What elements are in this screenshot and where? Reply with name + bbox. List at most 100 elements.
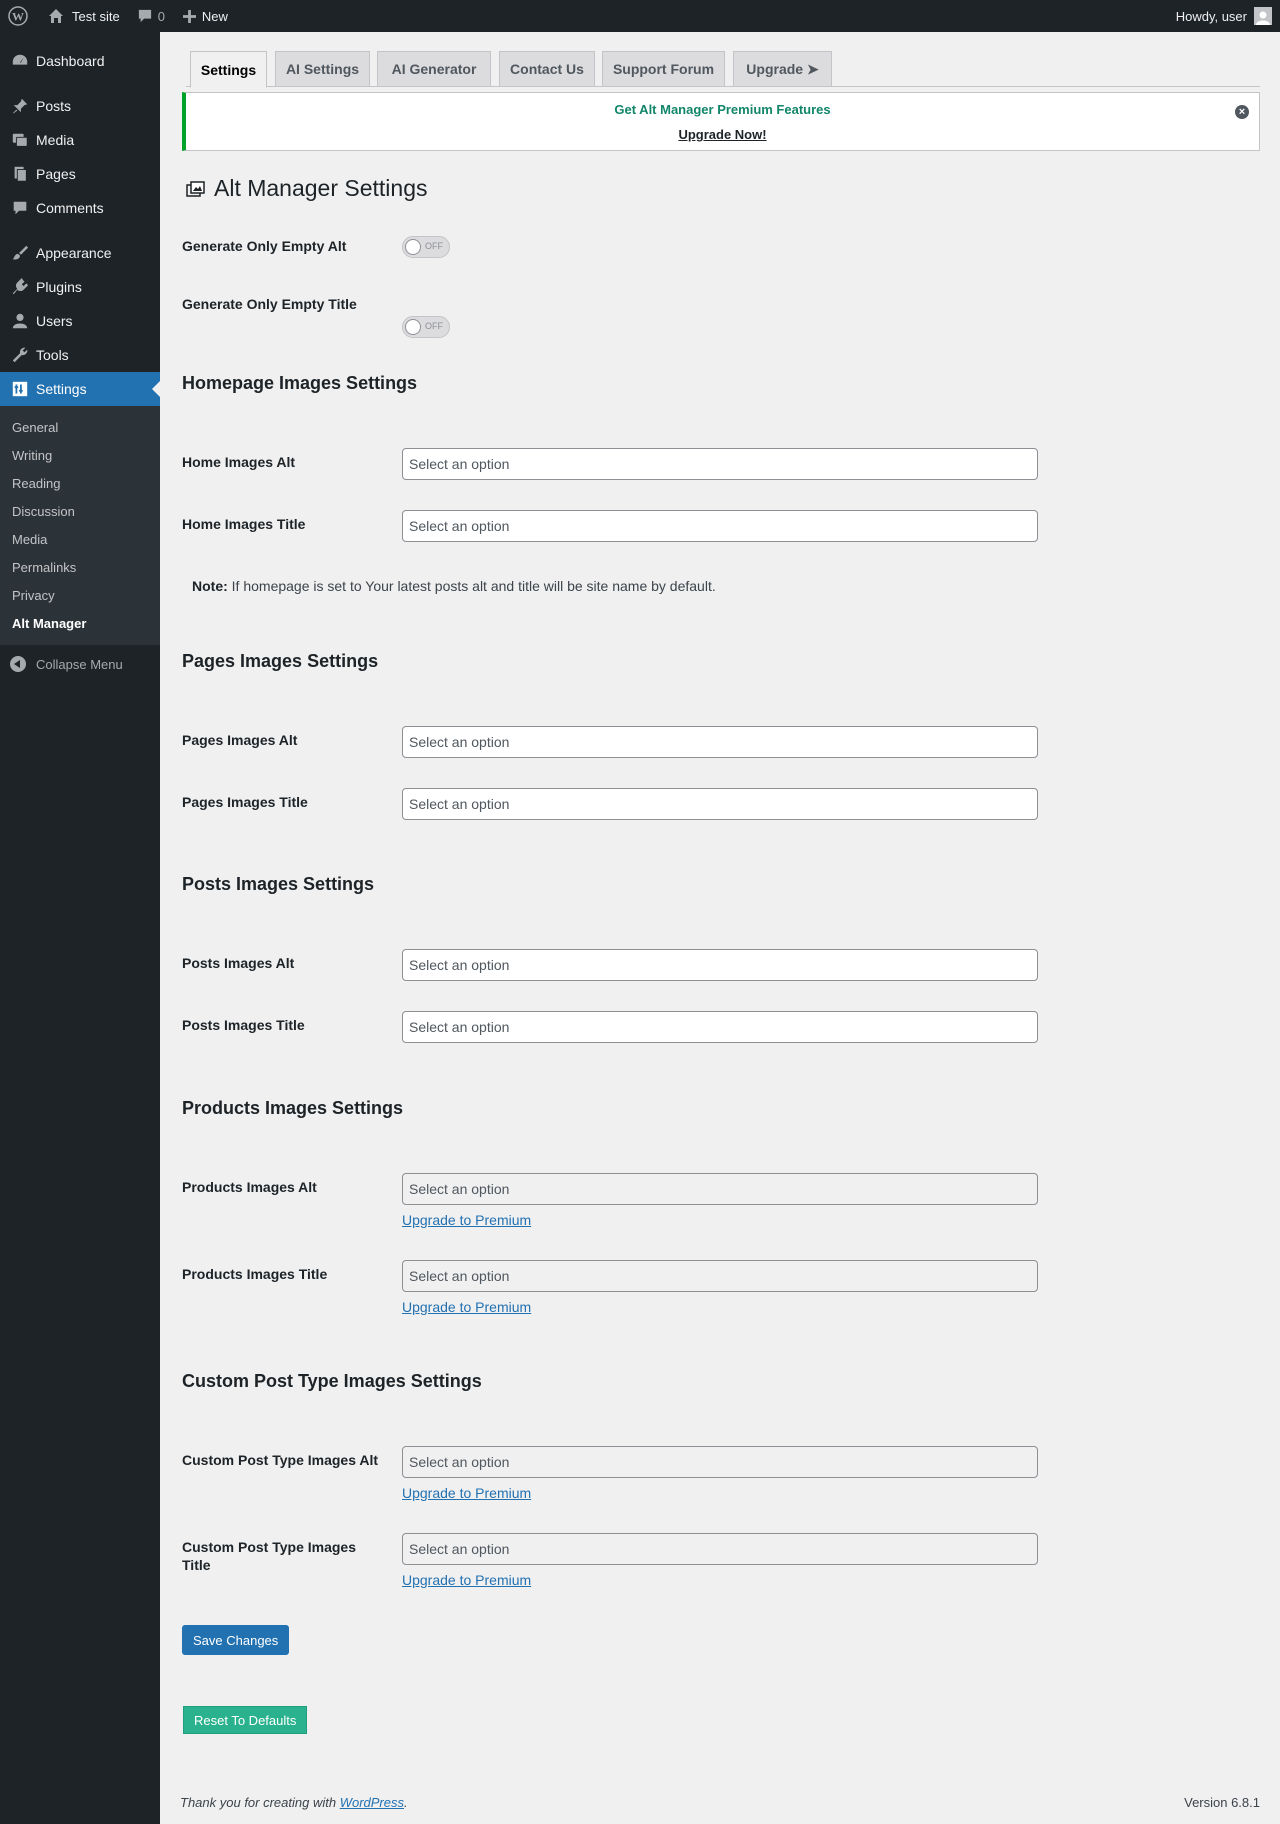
cpt-alt-label: Custom Post Type Images Alt bbox=[182, 1452, 379, 1468]
submenu-item-alt-manager[interactable]: Alt Manager bbox=[0, 609, 160, 637]
toggle-label-empty-alt: Generate Only Empty Alt bbox=[182, 238, 347, 254]
submenu-item-reading[interactable]: Reading bbox=[0, 469, 160, 497]
sidebar-item-media[interactable]: Media bbox=[0, 123, 160, 157]
home-title-select[interactable]: Select an option bbox=[402, 510, 1038, 542]
reset-to-defaults-button[interactable]: Reset To Defaults bbox=[183, 1706, 308, 1734]
tab-support-forum[interactable]: Support Forum bbox=[602, 51, 725, 87]
user-icon bbox=[10, 311, 30, 331]
sidebar-item-plugins[interactable]: Plugins bbox=[0, 270, 160, 304]
comment-icon bbox=[138, 9, 152, 23]
footer-thanks: Thank you for creating with WordPress. bbox=[180, 1795, 408, 1810]
save-changes-button[interactable]: Save Changes bbox=[182, 1625, 290, 1655]
upgrade-now-link[interactable]: Upgrade Now! bbox=[186, 127, 1259, 142]
wordpress-link[interactable]: WordPress bbox=[340, 1795, 404, 1810]
images-icon bbox=[186, 179, 206, 199]
toggle-empty-alt[interactable]: OFF bbox=[402, 236, 450, 258]
sidebar-item-tools[interactable]: Tools bbox=[0, 338, 160, 372]
footer-thanks-prefix: Thank you for creating with bbox=[180, 1795, 340, 1810]
home-alt-select[interactable]: Select an option bbox=[402, 448, 1038, 480]
cpt-alt-select: Select an option bbox=[402, 1446, 1038, 1478]
submenu-item-privacy[interactable]: Privacy bbox=[0, 581, 160, 609]
page-title-wrap: Alt Manager Settings bbox=[186, 175, 428, 202]
tab-bar: Settings AI Settings AI Generator Contac… bbox=[186, 51, 1260, 88]
howdy-text: Howdy, user bbox=[1175, 8, 1247, 24]
new-label: New bbox=[201, 8, 228, 24]
notice-headline: Get Alt Manager Premium Features bbox=[614, 102, 831, 117]
wordpress-logo-icon[interactable]: W bbox=[0, 0, 36, 32]
toggle-knob bbox=[405, 239, 421, 255]
section-heading-cpt: Custom Post Type Images Settings bbox=[182, 1371, 482, 1391]
dashboard-icon bbox=[10, 51, 30, 71]
sidebar-item-label: Dashboard bbox=[36, 53, 105, 69]
upgrade-to-premium-link[interactable]: Upgrade to Premium bbox=[402, 1485, 531, 1501]
plug-icon bbox=[10, 277, 30, 297]
pages-alt-select[interactable]: Select an option bbox=[402, 726, 1038, 758]
products-title-label: Products Images Title bbox=[182, 1266, 328, 1282]
note-label: Note: bbox=[192, 578, 228, 594]
brush-icon bbox=[10, 243, 30, 263]
section-heading-products: Products Images Settings bbox=[182, 1098, 404, 1118]
sidebar-item-comments[interactable]: Comments bbox=[0, 191, 160, 225]
section-heading-homepage: Homepage Images Settings bbox=[182, 373, 418, 393]
tab-contact-us[interactable]: Contact Us bbox=[499, 51, 595, 87]
sidebar-item-label: Tools bbox=[36, 347, 69, 363]
page-title: Alt Manager Settings bbox=[214, 175, 428, 201]
upgrade-to-premium-link[interactable]: Upgrade to Premium bbox=[402, 1572, 531, 1588]
avatar bbox=[1254, 7, 1272, 25]
sidebar-item-appearance[interactable]: Appearance bbox=[0, 236, 160, 270]
tab-settings[interactable]: Settings bbox=[190, 51, 267, 88]
settings-icon bbox=[10, 379, 30, 399]
close-icon[interactable]: × bbox=[1235, 105, 1249, 119]
comments-link[interactable]: 0 bbox=[128, 0, 173, 32]
sidebar-item-posts[interactable]: Posts bbox=[0, 89, 160, 123]
tab-ai-generator[interactable]: AI Generator bbox=[377, 51, 491, 87]
tab-upgrade[interactable]: Upgrade ➤ bbox=[733, 51, 832, 87]
cpt-title-label: Custom Post Type Images Title bbox=[182, 1539, 357, 1573]
submenu-item-discussion[interactable]: Discussion bbox=[0, 497, 160, 525]
comment-icon bbox=[10, 198, 30, 218]
products-alt-label: Products Images Alt bbox=[182, 1179, 317, 1195]
homepage-note: Note: If homepage is set to Your latest … bbox=[192, 578, 716, 594]
sidebar-item-label: Posts bbox=[36, 98, 72, 114]
sidebar-item-dashboard[interactable]: Dashboard bbox=[0, 44, 160, 78]
toggle-state: OFF bbox=[425, 321, 443, 331]
cpt-title-select: Select an option bbox=[402, 1533, 1038, 1565]
posts-alt-select[interactable]: Select an option bbox=[402, 949, 1038, 981]
home-icon bbox=[48, 8, 64, 24]
svg-text:W: W bbox=[12, 10, 24, 24]
collapse-menu-button[interactable]: Collapse Menu bbox=[0, 647, 160, 681]
wrench-icon bbox=[10, 345, 30, 365]
pages-title-select[interactable]: Select an option bbox=[402, 788, 1038, 820]
posts-title-select[interactable]: Select an option bbox=[402, 1011, 1038, 1043]
site-name-link[interactable]: Test site bbox=[36, 0, 128, 32]
footer-thanks-suffix: . bbox=[404, 1795, 408, 1810]
pages-alt-label: Pages Images Alt bbox=[182, 732, 298, 748]
sidebar-item-settings[interactable]: Settings bbox=[0, 372, 160, 406]
pin-icon bbox=[10, 96, 30, 116]
sidebar-item-users[interactable]: Users bbox=[0, 304, 160, 338]
toggle-empty-title[interactable]: OFF bbox=[402, 316, 450, 338]
my-account-link[interactable]: Howdy, user bbox=[1168, 0, 1280, 32]
sidebar-item-label: Settings bbox=[36, 381, 87, 397]
note-text: If homepage is set to Your latest posts … bbox=[227, 578, 716, 594]
main-content: Settings AI Settings AI Generator Contac… bbox=[182, 32, 1260, 1734]
tab-ai-settings[interactable]: AI Settings bbox=[275, 51, 370, 87]
sidebar-item-label: Plugins bbox=[36, 279, 82, 295]
sidebar-item-pages[interactable]: Pages bbox=[0, 157, 160, 191]
new-content-link[interactable]: New bbox=[173, 0, 236, 32]
upgrade-to-premium-link[interactable]: Upgrade to Premium bbox=[402, 1212, 531, 1228]
upgrade-to-premium-link[interactable]: Upgrade to Premium bbox=[402, 1299, 531, 1315]
submenu-item-permalinks[interactable]: Permalinks bbox=[0, 553, 160, 581]
submenu-item-general[interactable]: General bbox=[0, 413, 160, 441]
submenu-item-media[interactable]: Media bbox=[0, 525, 160, 553]
premium-notice: Get Alt Manager Premium Features Upgrade… bbox=[182, 92, 1260, 151]
posts-title-label: Posts Images Title bbox=[182, 1017, 305, 1033]
media-icon bbox=[10, 130, 30, 150]
submenu-item-writing[interactable]: Writing bbox=[0, 441, 160, 469]
pages-icon bbox=[10, 164, 30, 184]
section-heading-pages: Pages Images Settings bbox=[182, 651, 379, 671]
admin-sidebar: Dashboard Posts Media Pages Comments App… bbox=[0, 32, 160, 1824]
posts-alt-label: Posts Images Alt bbox=[182, 955, 295, 971]
settings-submenu: General Writing Reading Discussion Media… bbox=[0, 406, 160, 645]
comments-count: 0 bbox=[157, 8, 165, 24]
